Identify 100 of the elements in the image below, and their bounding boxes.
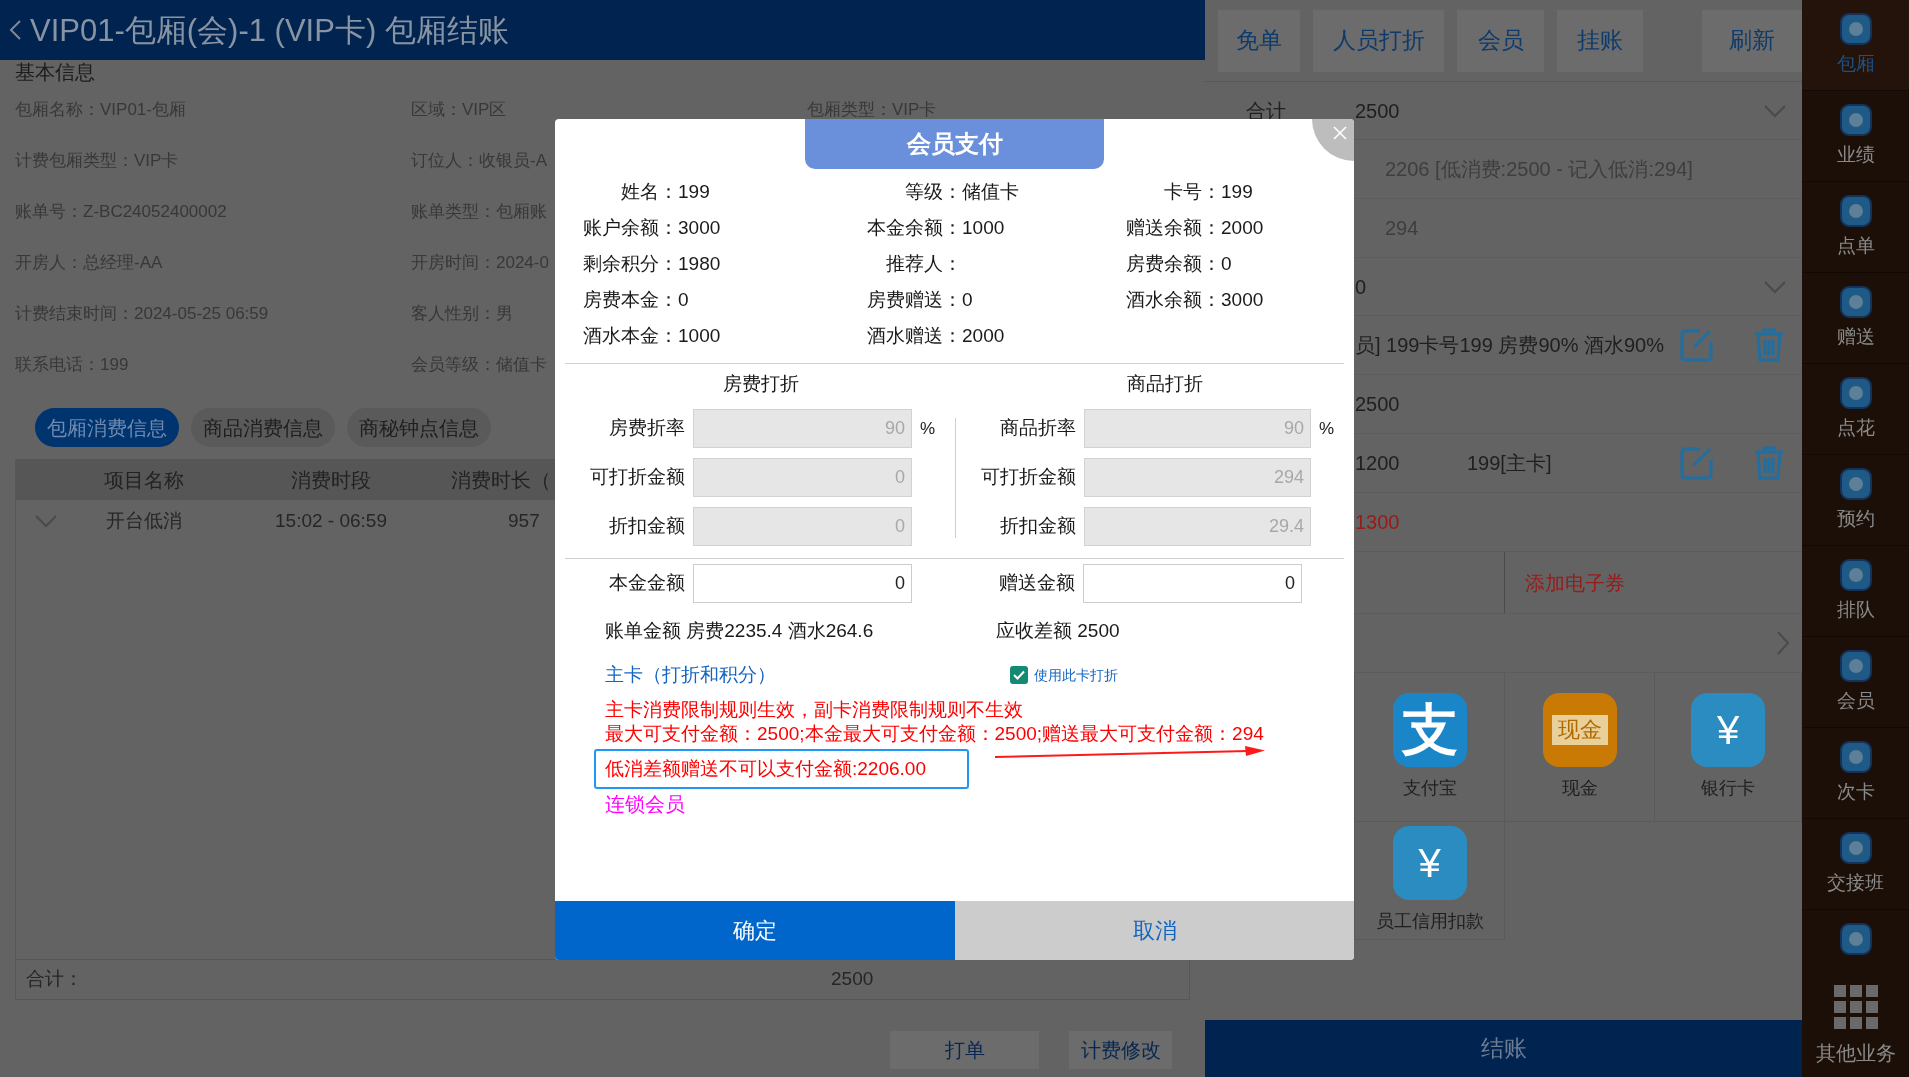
field-label: 姓名： [621, 179, 678, 204]
field-label: 账户余额： [583, 215, 678, 240]
checkout-button[interactable]: 结账 [1205, 1020, 1802, 1077]
chevron-down-icon[interactable] [1763, 103, 1787, 118]
warning-text: 低消差额赠送不可以支付金额:2206.00 [605, 757, 926, 781]
chevron-down-icon[interactable] [34, 514, 58, 528]
table-cell-text: 15:02 - 06:59 [275, 508, 387, 533]
payment-option[interactable]: ¥ 员工信用扣款 [1355, 822, 1505, 940]
trash-icon[interactable] [1754, 328, 1784, 362]
payment-option[interactable]: 支 支付宝 [1355, 673, 1505, 822]
payment-option[interactable]: ¥ 银行卡 [1655, 673, 1802, 822]
field-label: 剩余积分： [583, 251, 678, 276]
payment-label: 员工信用扣款 [1375, 910, 1484, 933]
app-tile-icon [1839, 923, 1872, 955]
toolbar-button[interactable]: 挂账 [1557, 9, 1643, 72]
field-label: 卡号： [1164, 179, 1221, 204]
sidebar-item[interactable]: 次卡 [1802, 728, 1909, 819]
sidebar-item[interactable]: 业绩 [1802, 91, 1909, 182]
total-value: 2500 [831, 967, 874, 992]
page-title: VIP01-包厢(会)-1 (VIP卡) 包厢结账 [30, 14, 509, 46]
field-value: 1980 [678, 251, 721, 276]
sidebar-item[interactable]: 赠送 [1802, 273, 1909, 364]
confirm-button[interactable]: 确定 [555, 901, 955, 960]
edit-icon[interactable] [1680, 328, 1714, 362]
warning-text: 主卡消费限制规则生效，副卡消费限制规则不生效 [605, 698, 1023, 722]
warning-text: 最大可支付金额：2500;本金最大可支付金额：2500;赠送最大可支付金额：294 [605, 722, 1264, 746]
field-label: 可打折金额 [981, 465, 1076, 490]
icon-glyph: 现金 [1551, 714, 1608, 745]
trash-icon[interactable] [1754, 446, 1784, 480]
row-value: 2500 [1355, 100, 1400, 121]
section-heading: 商品打折 [1127, 371, 1203, 396]
sidebar-item[interactable]: 会员 [1802, 637, 1909, 728]
toolbar-button[interactable]: 人员打折 [1313, 9, 1444, 72]
app-tile-icon [1839, 377, 1872, 409]
total-label: 合计： [26, 967, 84, 992]
icon-glyph: 支 [1401, 701, 1458, 758]
field-value: 199 [1221, 179, 1253, 204]
field-value: 0 [1221, 251, 1232, 276]
tab[interactable]: 商品消费信息 [191, 408, 335, 447]
table-cell-text: 开台低消 [105, 508, 182, 533]
field-value: 储值卡 [962, 179, 1019, 204]
icon-glyph: ¥ [1418, 843, 1441, 883]
field-value: 0 [962, 287, 973, 312]
app-tile-icon [1839, 286, 1872, 318]
section-title: 基本信息 [15, 60, 95, 84]
checkbox-label[interactable]: 使用此卡打折 [1034, 664, 1118, 686]
payment-option[interactable]: 现金 现金 [1505, 673, 1655, 822]
field-label: 等级： [905, 179, 962, 204]
field-label: 房费赠送： [867, 287, 962, 312]
toolbar-button[interactable]: 刷新 [1702, 9, 1802, 72]
field-value: 1000 [678, 323, 721, 348]
field-label: 赠送余额： [1126, 215, 1221, 240]
field-value: 1000 [962, 215, 1005, 240]
amount-due: 1300 [1355, 510, 1400, 535]
field-value: 3000 [678, 215, 721, 240]
action-button[interactable]: 打单 [890, 1031, 1039, 1069]
chevron-down-icon[interactable] [1763, 279, 1787, 294]
sidebar-item[interactable]: 排队 [1802, 546, 1909, 637]
field-label: 房费余额： [1126, 251, 1221, 276]
app-tile-icon [1839, 13, 1872, 45]
sidebar-item[interactable]: 交接班 [1802, 819, 1909, 910]
field-label: 酒水余额： [1126, 287, 1221, 312]
sidebar-item[interactable]: 点花 [1802, 364, 1909, 455]
app-tile-icon [1839, 104, 1872, 136]
field-value: 2000 [1221, 215, 1264, 240]
grid-icon [1833, 985, 1878, 1029]
toolbar-button[interactable]: 免单 [1218, 9, 1300, 72]
field-label: 折扣金额 [1000, 514, 1076, 539]
input-field[interactable]: 0 [693, 563, 912, 603]
app-tile-icon [1839, 832, 1872, 864]
edit-icon[interactable] [1680, 446, 1714, 480]
app-tile-icon [1839, 559, 1872, 591]
sidebar-item[interactable]: 其他业务 [1802, 970, 1909, 1077]
row-value: 2500 [1355, 392, 1400, 417]
input-field[interactable]: 0 [1083, 563, 1302, 603]
sidebar-item[interactable]: 包厢 [1802, 0, 1909, 91]
close-icon[interactable] [1333, 126, 1347, 140]
table-cell-text: 957 [508, 508, 540, 533]
toolbar-button[interactable]: 会员 [1457, 9, 1544, 72]
chain-member-label: 连锁会员 [605, 792, 685, 817]
field-label: 赠送金额 [999, 570, 1075, 595]
sidebar-item[interactable]: 预约 [1802, 455, 1909, 546]
dialog-title: 会员支付 [805, 119, 1104, 169]
cancel-button[interactable]: 取消 [955, 901, 1354, 960]
action-button[interactable]: 计费修改 [1069, 1031, 1172, 1069]
field-label: 商品折率 [1000, 416, 1076, 441]
sidebar-item[interactable]: 点单 [1802, 182, 1909, 273]
field-label: 折扣金额 [609, 514, 685, 539]
icon-glyph: ¥ [1716, 709, 1740, 750]
checkbox[interactable] [1010, 666, 1028, 684]
field-value: 199 [678, 179, 710, 204]
field-label: 酒水本金： [583, 323, 678, 348]
main-card-label: 主卡（打折和积分） [605, 662, 776, 687]
row-note: 199[主卡] [1467, 451, 1552, 476]
app-tile-icon [1839, 468, 1872, 500]
unit-label: % [920, 417, 936, 440]
tab[interactable]: 包厢消费信息 [35, 408, 179, 447]
tab[interactable]: 商秘钟点信息 [347, 408, 491, 447]
back-icon[interactable] [8, 19, 22, 41]
chevron-right-icon[interactable] [1776, 630, 1790, 656]
